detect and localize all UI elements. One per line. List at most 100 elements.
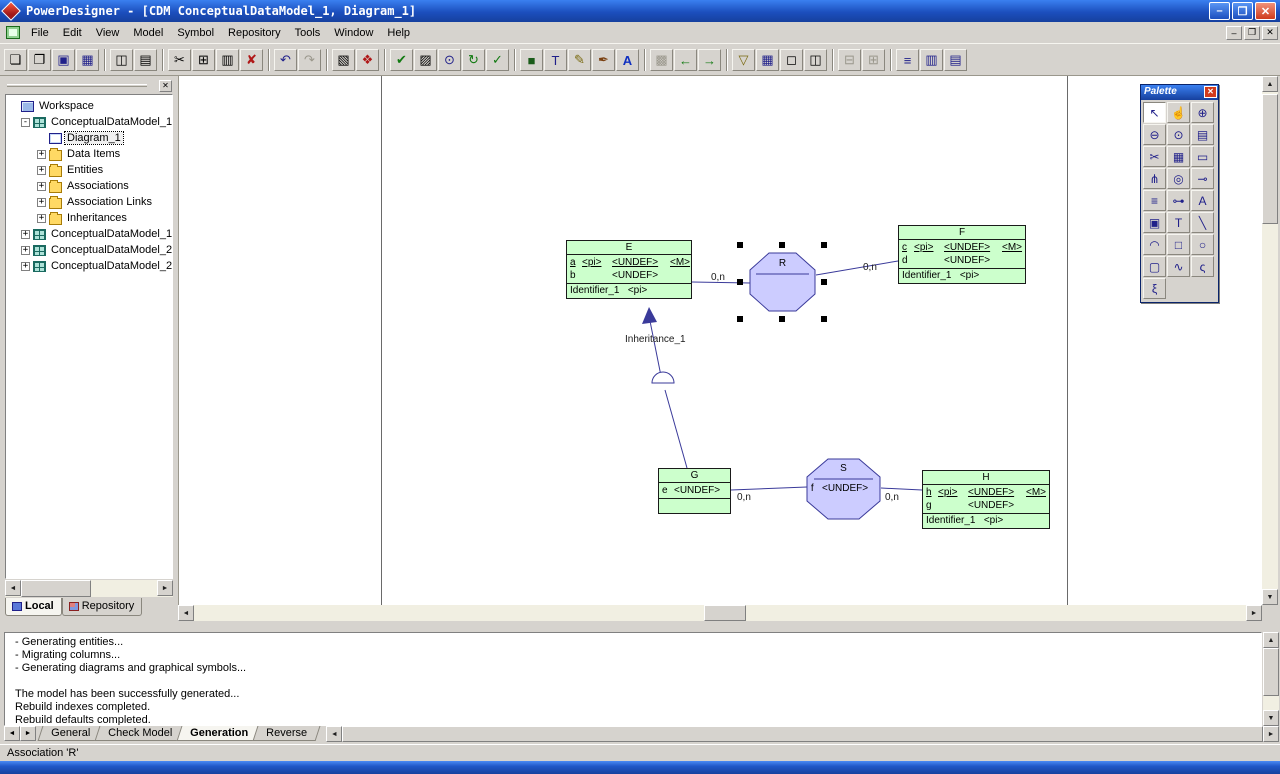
scroll-up-button[interactable]: ▲ (1263, 632, 1279, 648)
expander-icon[interactable]: + (37, 150, 46, 159)
save-button[interactable]: ▣ (52, 49, 75, 71)
polyline-tool[interactable]: ∿ (1167, 256, 1190, 277)
tabs-scroll-right-button[interactable]: ► (20, 726, 36, 741)
selection-handle[interactable] (737, 279, 743, 285)
zoom-in-tool[interactable]: ⊕ (1191, 102, 1214, 123)
properties-tool[interactable]: ▤ (1191, 124, 1214, 145)
selection-handle[interactable] (821, 279, 827, 285)
menu-edit[interactable]: Edit (56, 24, 89, 42)
new-button[interactable]: ❏ (4, 49, 27, 71)
expander-icon[interactable]: - (21, 118, 30, 127)
scroll-up-button[interactable]: ▲ (1262, 76, 1278, 92)
output-vertical-scrollbar[interactable]: ▲ ▼ (1263, 632, 1279, 726)
generate-database-button[interactable]: ■ (520, 49, 543, 71)
selection-handle[interactable] (737, 242, 743, 248)
package-tool[interactable]: ▦ (1167, 146, 1190, 167)
grid-button[interactable]: ▦ (756, 49, 779, 71)
tab-check-model[interactable]: Check Model (95, 726, 186, 741)
scroll-down-button[interactable]: ▼ (1263, 710, 1279, 726)
delete-button[interactable]: ✘ (240, 49, 263, 71)
tab-local[interactable]: Local (5, 598, 62, 616)
selection-handle[interactable] (821, 316, 827, 322)
brush-tool-button[interactable]: ✒ (592, 49, 615, 71)
scroll-left-button[interactable]: ◄ (178, 605, 194, 621)
show-columns-button[interactable]: ▥ (920, 49, 943, 71)
scroll-right-button[interactable]: ► (157, 580, 173, 596)
association-link-tool[interactable]: ⊸ (1191, 168, 1214, 189)
selection-handle[interactable] (737, 316, 743, 322)
tab-generation[interactable]: Generation (177, 726, 262, 741)
grabber-tool[interactable]: ☝ (1167, 102, 1190, 123)
tree-item-data-items[interactable]: + Data Items (7, 146, 171, 162)
scroll-left-button[interactable]: ◄ (326, 726, 342, 742)
print-preview-button[interactable]: ◫ (110, 49, 133, 71)
check-model-button[interactable]: ✔ (390, 49, 413, 71)
show-list-button[interactable]: ≡ (896, 49, 919, 71)
previous-diagram-button[interactable]: ← (674, 49, 697, 71)
output-horizontal-scrollbar[interactable]: ◄ ► (326, 726, 1279, 742)
selection-handle[interactable] (779, 316, 785, 322)
tile-vertical-button[interactable]: ⊞ (862, 49, 885, 71)
expander-icon[interactable]: + (37, 182, 46, 191)
window-one-button[interactable]: ◻ (780, 49, 803, 71)
restore-button[interactable]: ❐ (1232, 2, 1253, 20)
scroll-thumb[interactable] (342, 726, 1263, 742)
entity-G[interactable]: G e<UNDEF> (658, 468, 731, 514)
canvas-horizontal-scrollbar[interactable]: ◄ ► (178, 605, 1262, 621)
diagram-canvas[interactable]: E a<pi><UNDEF><M> b<UNDEF> Identifier_1 … (178, 76, 1262, 605)
refresh-button[interactable]: ↻ (462, 49, 485, 71)
pointer-tool[interactable]: ↖ (1143, 102, 1166, 123)
tree-item-model-3[interactable]: + ConceptualDataModel_2 (7, 242, 171, 258)
selection-handle[interactable] (779, 242, 785, 248)
open-diagram-tool[interactable]: ⊙ (1167, 124, 1190, 145)
paste-button[interactable]: ▥ (216, 49, 239, 71)
link-G-S[interactable] (731, 487, 807, 490)
tree-item-inheritances[interactable]: + Inheritances (7, 210, 171, 226)
close-button[interactable]: ✕ (1255, 2, 1276, 20)
scroll-thumb[interactable] (704, 605, 746, 621)
entity-H[interactable]: H h<pi><UNDEF><M> g<UNDEF> Identifier_1 … (922, 470, 1050, 529)
scroll-right-button[interactable]: ► (1246, 605, 1262, 621)
next-diagram-button[interactable]: → (698, 49, 721, 71)
tree-horizontal-scrollbar[interactable]: ◄ ► (5, 580, 173, 597)
association-S[interactable]: S f <UNDEF> (806, 458, 881, 520)
palette-close-icon[interactable]: ✕ (1204, 86, 1217, 98)
panel-close-icon[interactable]: ✕ (159, 80, 172, 92)
freehand-tool[interactable]: ς (1191, 256, 1214, 277)
menu-window[interactable]: Window (327, 24, 380, 42)
menu-help[interactable]: Help (380, 24, 417, 42)
mdi-minimize-button[interactable]: – (1226, 26, 1242, 40)
scroll-down-button[interactable]: ▼ (1262, 589, 1278, 605)
note-tool[interactable]: ≡ (1143, 190, 1166, 211)
menu-file[interactable]: File (24, 24, 56, 42)
label-tool[interactable]: T (1167, 212, 1190, 233)
tree-item-association-links[interactable]: + Association Links (7, 194, 171, 210)
inheritance-half-circle-icon[interactable] (652, 372, 674, 383)
inheritance-link-lower[interactable] (665, 390, 687, 468)
mdi-close-button[interactable]: ✕ (1262, 26, 1278, 40)
zoom-out-tool[interactable]: ⊖ (1143, 124, 1166, 145)
expander-icon[interactable]: + (37, 166, 46, 175)
selection-handle[interactable] (821, 242, 827, 248)
tree-item-entities[interactable]: + Entities (7, 162, 171, 178)
tree-item-workspace[interactable]: Workspace (7, 98, 171, 114)
tree-item-diagram-1[interactable]: Diagram_1 (7, 130, 171, 146)
tree-item-model-2[interactable]: + ConceptualDataModel_1 (7, 226, 171, 242)
tab-reverse[interactable]: Reverse (253, 726, 321, 741)
redo-button[interactable]: ↷ (298, 49, 321, 71)
panel-grip[interactable] (7, 84, 147, 87)
arc-tool[interactable]: ◠ (1143, 234, 1166, 255)
undo-button[interactable]: ↶ (274, 49, 297, 71)
tile-horizontal-button[interactable]: ⊟ (838, 49, 861, 71)
line-tool[interactable]: ╲ (1191, 212, 1214, 233)
output-splitter[interactable] (0, 621, 1280, 631)
copy-image-button[interactable]: ▩ (650, 49, 673, 71)
tree-item-model-1[interactable]: - ConceptualDataModel_1 (7, 114, 171, 130)
expander-icon[interactable]: + (37, 198, 46, 207)
menu-view[interactable]: View (89, 24, 127, 42)
print-button[interactable]: ▤ (134, 49, 157, 71)
show-preview-button[interactable]: ▤ (944, 49, 967, 71)
font-button[interactable]: A (616, 49, 639, 71)
delete-tool[interactable]: ✂ (1143, 146, 1166, 167)
rectangle-tool[interactable]: □ (1167, 234, 1190, 255)
